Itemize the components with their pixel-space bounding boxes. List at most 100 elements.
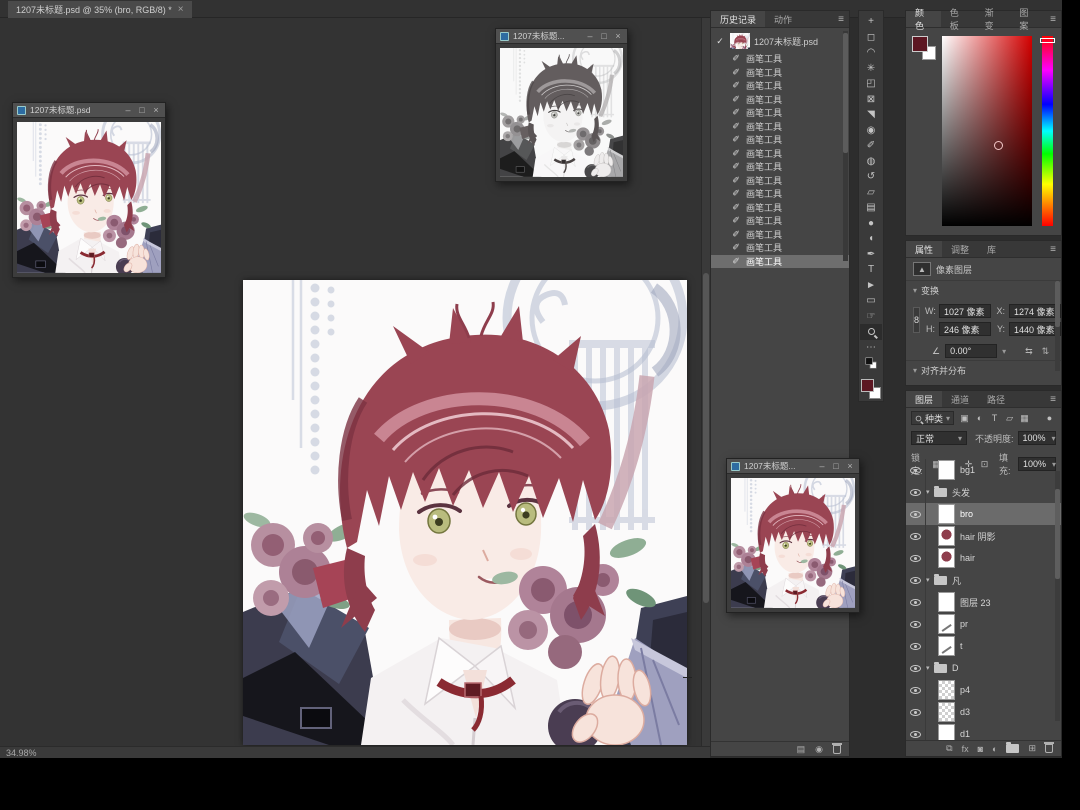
visibility-cell[interactable] [906, 635, 926, 657]
eye-icon[interactable] [910, 532, 921, 540]
filter-toggle-icon[interactable]: ● [1043, 413, 1056, 423]
hand-tool[interactable]: ☞ [860, 309, 882, 325]
history-entry[interactable]: ✐ 画笔工具 [711, 201, 849, 215]
new-group-icon[interactable] [1006, 742, 1020, 753]
foreground-background-swatches[interactable] [912, 36, 936, 60]
filter-kind-dropdown[interactable]: 种类 ▾ [911, 411, 955, 425]
minimize-button[interactable]: – [817, 461, 827, 471]
layer-row[interactable]: d3 [906, 701, 1061, 723]
marquee-tool[interactable]: ◻ [860, 30, 882, 46]
history-source-icon[interactable]: ✓ [714, 36, 726, 47]
visibility-cell[interactable] [906, 503, 926, 525]
maximize-button[interactable]: □ [831, 461, 841, 471]
panel-menu-icon[interactable]: ≡ [833, 11, 849, 27]
history-entry[interactable]: ✐ 画笔工具 [711, 228, 849, 242]
hue-slider[interactable] [1040, 36, 1055, 226]
eye-icon[interactable] [910, 510, 921, 518]
eye-icon[interactable] [910, 642, 921, 650]
filter-icon-3[interactable]: ▱ [1003, 413, 1016, 424]
path-selection-tool[interactable]: ► [860, 278, 882, 294]
spot-healing-tool[interactable]: ◉ [860, 123, 882, 139]
mini-default-swatches[interactable] [865, 357, 877, 369]
history-entry[interactable]: ✐ 画笔工具 [711, 147, 849, 161]
tab-history[interactable]: 历史记录 [711, 11, 766, 27]
new-snapshot-icon[interactable]: ◉ [815, 744, 823, 755]
history-entry[interactable]: ✐ 画笔工具 [711, 106, 849, 120]
visibility-cell[interactable] [906, 679, 926, 701]
floating-window-top[interactable]: 1207未标题... – □ × [495, 28, 628, 182]
floating-window-left[interactable]: 1207未标题.psd – □ × [12, 102, 166, 278]
expand-arrow-icon[interactable]: ▾ [926, 664, 934, 672]
eye-icon[interactable] [910, 488, 921, 496]
panel-menu-icon[interactable]: ≡ [1045, 11, 1061, 27]
eye-icon[interactable] [910, 664, 921, 672]
history-entry[interactable]: ✐ 画笔工具 [711, 66, 849, 80]
filter-icon-1[interactable]: ◐ [973, 413, 986, 424]
visibility-cell[interactable] [906, 547, 926, 569]
layer-row[interactable]: bro [906, 503, 1061, 525]
layer-row[interactable]: t [906, 635, 1061, 657]
window-title-bar[interactable]: 1207未标题.psd – □ × [13, 103, 165, 118]
move-tool[interactable]: + [860, 14, 882, 30]
filter-icon-2[interactable]: T [988, 413, 1001, 424]
history-scrollbar[interactable] [843, 31, 848, 261]
layer-style-fx-icon[interactable]: fx [962, 744, 969, 754]
layers-scrollbar[interactable] [1055, 471, 1060, 721]
eye-icon[interactable] [910, 686, 921, 694]
eye-icon[interactable] [910, 620, 921, 628]
frame-tool[interactable]: ⊠ [860, 92, 882, 108]
visibility-cell[interactable] [906, 591, 926, 613]
y-field[interactable]: 1440 像素 [1009, 322, 1062, 336]
zoom-percentage[interactable]: 34.98% [6, 748, 37, 758]
expand-arrow-icon[interactable]: ▾ [926, 488, 934, 496]
layer-row[interactable]: hair 阴影 [906, 525, 1061, 547]
tab-swatches[interactable]: 色板 [941, 8, 976, 31]
height-field[interactable]: 246 像素 [939, 322, 992, 336]
layer-row[interactable]: d1 [906, 723, 1061, 741]
history-entry[interactable]: ✐ 画笔工具 [711, 120, 849, 134]
lasso-tool[interactable]: ◠ [860, 45, 882, 61]
layer-row[interactable]: ▾ 凡 [906, 569, 1061, 591]
tab-libraries[interactable]: 库 [978, 241, 1005, 257]
tab-actions[interactable]: 动作 [765, 11, 801, 27]
eye-icon[interactable] [910, 598, 921, 606]
shape-tool[interactable]: ▭ [860, 293, 882, 309]
eye-icon[interactable] [910, 554, 921, 562]
flip-vertical-icon[interactable]: ⇅ [1042, 346, 1050, 357]
tab-layers[interactable]: 图层 [906, 391, 943, 407]
blend-mode-dropdown[interactable]: 正常 ▾ [911, 431, 967, 445]
foreground-color-swatch[interactable] [861, 379, 874, 392]
transform-section-header[interactable]: ▾ 变换 [906, 280, 1061, 300]
panel-menu-icon[interactable]: ≡ [1045, 241, 1061, 257]
visibility-cell[interactable] [906, 569, 926, 591]
pen-tool[interactable]: ✒ [860, 247, 882, 263]
visibility-cell[interactable] [906, 525, 926, 547]
history-brush-tool[interactable]: ↺ [860, 169, 882, 185]
link-wh-icon[interactable]: 8 [913, 307, 921, 333]
history-entry[interactable]: ✐ 画笔工具 [711, 133, 849, 147]
gradient-tool[interactable]: ▤ [860, 200, 882, 216]
layer-row[interactable]: 图层 23 [906, 591, 1061, 613]
tab-patterns[interactable]: 图案 [1010, 8, 1045, 31]
close-button[interactable]: × [613, 31, 623, 41]
history-entry[interactable]: ✐ 画笔工具 [711, 187, 849, 201]
width-field[interactable]: 1027 像素 [939, 304, 992, 318]
hue-slider-marker[interactable] [1040, 38, 1055, 43]
visibility-cell[interactable] [906, 613, 926, 635]
link-layers-icon[interactable]: ⧉ [946, 743, 952, 754]
eye-icon[interactable] [910, 576, 921, 584]
quick-selection-tool[interactable]: ✳ [860, 61, 882, 77]
blur-tool[interactable]: ● [860, 216, 882, 232]
properties-scrollbar[interactable] [1055, 281, 1060, 371]
filter-icon-4[interactable]: ▦ [1018, 413, 1031, 424]
close-button[interactable]: × [151, 105, 161, 115]
visibility-cell[interactable] [906, 701, 926, 723]
opacity-field[interactable]: 100% ▾ [1017, 431, 1056, 445]
delete-layer-icon[interactable] [1044, 742, 1054, 753]
close-button[interactable]: × [845, 461, 855, 471]
layer-row[interactable]: p4 [906, 679, 1061, 701]
history-snapshot-row[interactable]: ✓ 1207未标题.psd [711, 30, 849, 52]
minimize-button[interactable]: – [123, 105, 133, 115]
add-layer-mask-icon[interactable]: ◙ [978, 744, 983, 754]
minimize-button[interactable]: – [585, 31, 595, 41]
